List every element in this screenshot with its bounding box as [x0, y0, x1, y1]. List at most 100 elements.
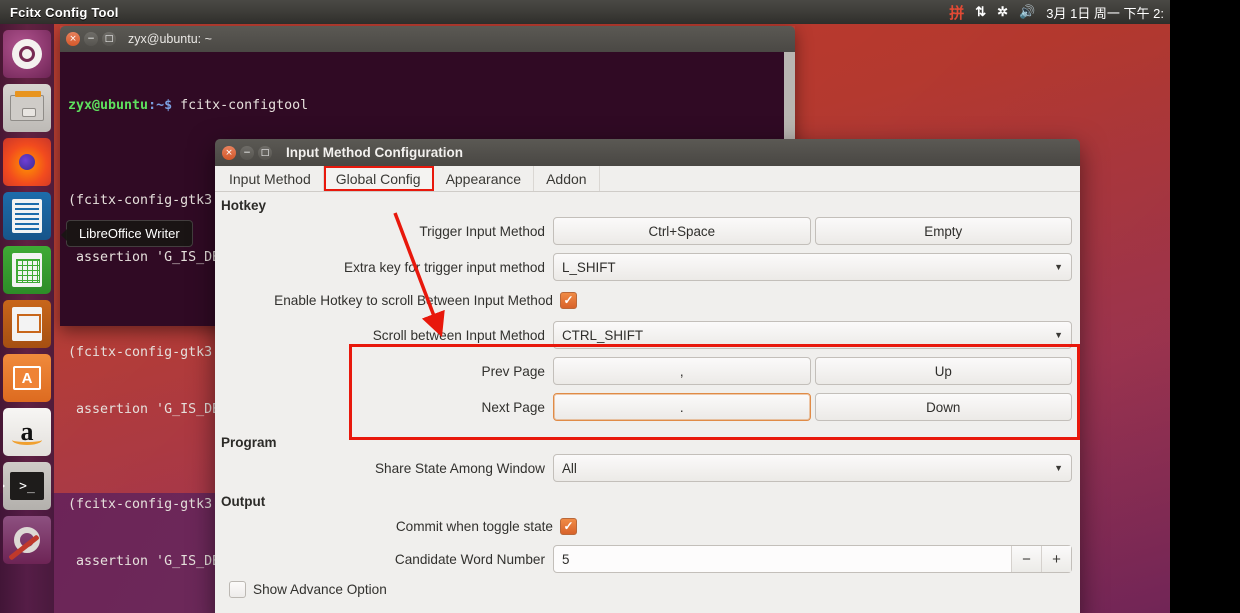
candidate-word-number-spinner[interactable]: 5 − +: [553, 545, 1072, 573]
dialog-maximize-icon[interactable]: □: [258, 145, 272, 160]
prev-page-key1-button[interactable]: ,: [553, 357, 811, 385]
launcher-item-amazon[interactable]: a: [3, 408, 51, 456]
launcher-item-firefox[interactable]: [3, 138, 51, 186]
terminal-prompt-path: :~$: [148, 98, 181, 113]
label-commit-toggle: Commit when toggle state: [395, 518, 553, 534]
clock-label[interactable]: 3月 1日 周一 下午 2:: [1046, 3, 1164, 22]
row-trigger-input-method: Trigger Input Method Ctrl+Space Empty: [215, 215, 1080, 247]
row-commit-toggle: Commit when toggle state ✓: [215, 513, 1080, 539]
share-state-combobox[interactable]: All ▼: [553, 454, 1072, 482]
label-share-state: Share State Among Window: [374, 460, 545, 476]
chevron-down-icon: ▼: [1054, 262, 1063, 272]
label-extra-key: Extra key for trigger input method: [344, 259, 545, 275]
prev-page-key2-button[interactable]: Up: [814, 357, 1072, 385]
ubuntu-logo-icon: [12, 39, 42, 69]
terminal-title: zyx@ubuntu: ~: [128, 32, 212, 46]
label-show-advance-option: Show Advance Option: [253, 582, 387, 597]
dialog-body: Input Method Global Config Appearance Ad…: [215, 166, 1080, 613]
screen: Fcitx Config Tool 拼 ⇅ ✲ 🔊 3月 1日 周一 下午 2:…: [0, 0, 1240, 613]
tab-appearance[interactable]: Appearance: [434, 166, 535, 191]
terminal-prompt-user: zyx@ubuntu: [68, 98, 149, 113]
terminal-command-line: zyx@ubuntu:~$ fcitx-configtool: [68, 96, 787, 115]
bluetooth-icon[interactable]: ✲: [997, 4, 1008, 20]
trigger-input-method-key2-button[interactable]: Empty: [814, 217, 1072, 245]
chevron-down-icon: ▼: [1054, 330, 1063, 340]
label-prev-page: Prev Page: [481, 363, 545, 379]
enable-scroll-checkbox[interactable]: ✓: [560, 291, 577, 309]
impress-icon: [12, 307, 42, 341]
files-icon: [10, 91, 44, 121]
dialog-title: Input Method Configuration: [286, 145, 463, 160]
launcher-item-files[interactable]: [3, 84, 51, 132]
ime-indicator-icon[interactable]: 拼: [949, 2, 964, 23]
launcher-item-libreoffice-writer[interactable]: [3, 192, 51, 240]
scroll-between-combobox[interactable]: CTRL_SHIFT ▼: [553, 321, 1072, 349]
launcher-item-terminal[interactable]: >_: [3, 462, 51, 510]
section-title-output: Output: [221, 494, 266, 509]
tab-addon[interactable]: Addon: [534, 166, 600, 191]
tab-global-config[interactable]: Global Config: [323, 166, 434, 191]
next-page-key1-button[interactable]: .: [553, 393, 811, 421]
trigger-input-method-key1-button[interactable]: Ctrl+Space: [553, 217, 811, 245]
candidate-word-number-decrement-button[interactable]: −: [1011, 546, 1041, 572]
row-enable-scroll: Enable Hotkey to scroll Between Input Me…: [215, 287, 1080, 313]
launcher-item-libreoffice-impress[interactable]: [3, 300, 51, 348]
system-tray: 拼 ⇅ ✲ 🔊 3月 1日 周一 下午 2:: [949, 2, 1170, 23]
row-candidate-word-number: Candidate Word Number 5 − +: [215, 543, 1080, 575]
unity-launcher: A a >_: [0, 24, 54, 613]
candidate-word-number-increment-button[interactable]: +: [1041, 546, 1071, 572]
row-share-state: Share State Among Window All ▼: [215, 452, 1080, 484]
candidate-word-number-value[interactable]: 5: [562, 552, 1011, 567]
controls-extra-key: L_SHIFT ▼: [553, 253, 1080, 281]
scroll-between-value: CTRL_SHIFT: [562, 327, 644, 343]
share-state-value: All: [562, 460, 577, 476]
controls-prev-page: , Up: [553, 357, 1080, 385]
gear-wrench-icon: [14, 527, 40, 553]
row-next-page: Next Page . Down: [215, 391, 1080, 423]
label-trigger-input-method: Trigger Input Method: [419, 223, 545, 239]
extra-key-value: L_SHIFT: [562, 259, 616, 275]
terminal-command: fcitx-configtool: [180, 98, 309, 113]
controls-share-state: All ▼: [553, 454, 1080, 482]
next-page-key2-button[interactable]: Down: [814, 393, 1072, 421]
label-next-page: Next Page: [481, 399, 545, 415]
amazon-icon: a: [20, 417, 34, 446]
terminal-minimize-icon[interactable]: −: [84, 32, 98, 46]
terminal-maximize-icon[interactable]: □: [102, 32, 116, 46]
commit-toggle-checkbox[interactable]: ✓: [560, 517, 577, 535]
row-prev-page: Prev Page , Up: [215, 355, 1080, 387]
top-panel: Fcitx Config Tool 拼 ⇅ ✲ 🔊 3月 1日 周一 下午 2:: [0, 0, 1170, 24]
show-advance-option-checkbox[interactable]: ✓: [229, 581, 246, 598]
terminal-close-icon[interactable]: ×: [66, 32, 80, 46]
label-scroll-between: Scroll between Input Method: [372, 327, 545, 343]
launcher-item-system-settings[interactable]: [3, 516, 51, 564]
panel-app-title[interactable]: Fcitx Config Tool: [10, 5, 119, 20]
network-updown-icon[interactable]: ⇅: [975, 4, 986, 20]
controls-scroll-between: CTRL_SHIFT ▼: [553, 321, 1080, 349]
terminal-icon: >_: [10, 472, 44, 500]
firefox-icon: [19, 154, 35, 170]
launcher-item-libreoffice-calc[interactable]: [3, 246, 51, 294]
extra-key-combobox[interactable]: L_SHIFT ▼: [553, 253, 1072, 281]
controls-next-page: . Down: [553, 393, 1080, 421]
software-bag-icon: A: [13, 366, 41, 390]
terminal-titlebar: × − □ zyx@ubuntu: ~: [60, 26, 795, 52]
row-show-advance-option: ✓ Show Advance Option: [215, 581, 1080, 598]
launcher-tooltip: LibreOffice Writer: [61, 220, 193, 247]
dialog-minimize-icon[interactable]: −: [240, 145, 254, 160]
section-title-hotkey: Hotkey: [221, 198, 267, 213]
calc-icon: [12, 253, 42, 287]
launcher-item-ubuntu-software[interactable]: A: [3, 354, 51, 402]
section-title-program: Program: [221, 435, 277, 450]
controls-trigger-input-method: Ctrl+Space Empty: [553, 217, 1080, 245]
label-enable-scroll: Enable Hotkey to scroll Between Input Me…: [274, 292, 553, 308]
launcher-item-ubuntu-dash[interactable]: [3, 30, 51, 78]
controls-candidate-word-number: 5 − +: [553, 545, 1080, 573]
tab-input-method[interactable]: Input Method: [217, 166, 324, 191]
row-scroll-between: Scroll between Input Method CTRL_SHIFT ▼: [215, 319, 1080, 351]
dialog-close-icon[interactable]: ×: [222, 145, 236, 160]
writer-icon: [12, 199, 42, 233]
input-method-configuration-window[interactable]: × − □ Input Method Configuration Input M…: [215, 139, 1080, 613]
label-candidate-word-number: Candidate Word Number: [394, 551, 545, 567]
volume-icon[interactable]: 🔊: [1019, 4, 1035, 20]
